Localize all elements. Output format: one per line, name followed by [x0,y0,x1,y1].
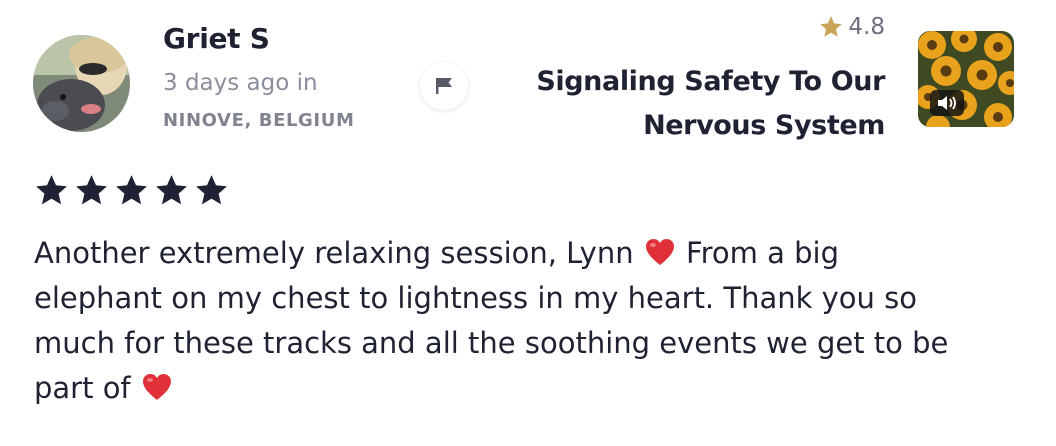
star-icon [196,175,227,205]
track-rating: 4.8 [818,14,885,40]
review-text-part1: Another extremely relaxing session, Lynn [34,236,634,270]
review-location[interactable]: NINOVE, BELGIUM [163,110,354,131]
star-icon [116,175,147,205]
star-icon [820,16,843,37]
heart-emoji-icon [645,239,674,265]
avatar[interactable] [33,35,130,132]
author-name[interactable]: Griet S [163,22,270,55]
speaker-icon [938,96,956,110]
review-time: 3 days ago in [163,70,318,96]
star-icon [156,175,187,205]
review-card: Griet S 3 days ago in NINOVE, BELGIUM 4.… [0,0,1056,446]
star-icon [36,175,67,205]
flag-icon [436,78,452,94]
track-title[interactable]: Signaling Safety To Our Nervous System [505,60,885,148]
review-text: Another extremely relaxing session, Lynn… [34,231,964,411]
report-button[interactable] [420,62,468,110]
heart-emoji-icon [142,374,171,400]
review-stars [33,172,230,209]
star-icon [76,175,107,205]
track-thumbnail[interactable] [918,31,1014,127]
audio-badge [930,90,964,116]
rating-value: 4.8 [848,14,885,40]
